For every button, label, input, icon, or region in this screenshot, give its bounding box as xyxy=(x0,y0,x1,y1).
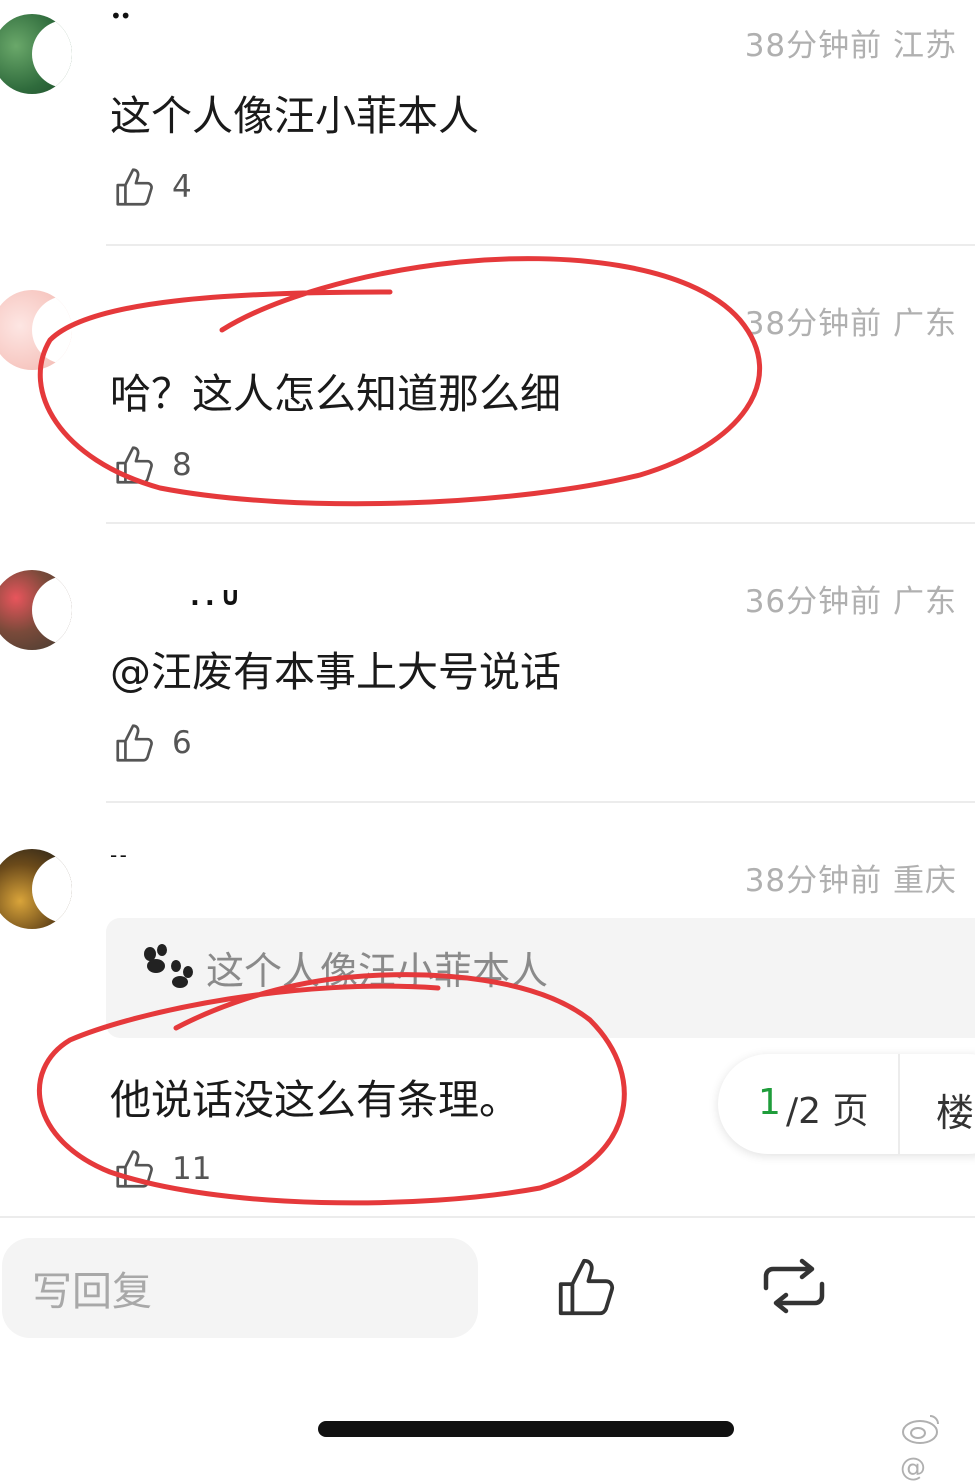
repost-icon[interactable] xyxy=(758,1258,830,1314)
like-count: 4 xyxy=(172,169,192,205)
thumbs-up-icon xyxy=(116,446,153,484)
comment-text: 哈？这人怎么知道那么细 xyxy=(110,370,561,418)
weibo-logo-icon xyxy=(902,1415,939,1444)
page-switcher[interactable]: 1 /2 页 楼 xyxy=(718,1054,975,1154)
avatar[interactable] xyxy=(0,290,72,370)
avatar[interactable] xyxy=(0,570,72,650)
home-indicator xyxy=(318,1421,734,1437)
like-button[interactable]: 6 xyxy=(112,720,192,766)
comment-text: 这个人像汪小菲本人 xyxy=(110,92,479,140)
username[interactable]: - - xyxy=(110,843,127,867)
floor-button[interactable]: 楼 xyxy=(936,1082,974,1137)
comment-meta: 38分钟前 重庆 xyxy=(745,855,957,900)
watermark-text: @ xyxy=(900,1453,926,1483)
watermark: @ xyxy=(900,1410,975,1483)
avatar[interactable] xyxy=(0,849,72,929)
pager-separator xyxy=(898,1054,900,1154)
comment-item: 38分钟前 广东 哈？这人怎么知道那么细 8 xyxy=(0,246,975,524)
comment-time: 38分钟前 xyxy=(744,306,883,342)
thumbs-up-icon xyxy=(116,168,153,206)
reply-input[interactable]: 写回复 xyxy=(2,1238,478,1338)
like-count: 11 xyxy=(172,1151,212,1187)
paw-icon xyxy=(144,944,193,988)
comment-time: 36分钟前 xyxy=(744,584,883,620)
username[interactable]: •• xyxy=(110,4,132,28)
quoted-text: 这个人像汪小菲本人 xyxy=(206,949,549,993)
comment-item: •• 38分钟前 江苏 这个人像汪小菲本人 4 xyxy=(0,0,975,246)
comment-time: 38分钟前 xyxy=(744,28,883,64)
comment-text: @汪废有本事上大号说话 xyxy=(110,648,561,696)
like-button[interactable]: 4 xyxy=(112,164,192,210)
like-count: 8 xyxy=(172,447,192,483)
comment-region: 广东 xyxy=(893,306,957,342)
comment-time: 38分钟前 xyxy=(744,863,883,899)
thumbs-up-icon xyxy=(116,1150,153,1188)
comment-region: 广东 xyxy=(893,584,957,620)
thumbs-up-icon[interactable] xyxy=(552,1252,622,1322)
avatar[interactable] xyxy=(0,14,72,94)
comment-meta: 36分钟前 广东 xyxy=(745,576,957,621)
like-count: 6 xyxy=(172,725,192,761)
comment-item: . . ∪ 36分钟前 广东 @汪废有本事上大号说话 6 xyxy=(0,524,975,802)
comment-region: 重庆 xyxy=(893,863,957,899)
comment-text: 他说话没这么有条理。 xyxy=(110,1076,520,1124)
divider xyxy=(0,1216,975,1218)
username[interactable]: . . ∪ xyxy=(190,582,241,612)
pager-total-pages: /2 页 xyxy=(786,1091,869,1132)
comment-meta: 38分钟前 江苏 xyxy=(745,20,957,65)
quoted-comment[interactable]: 这个人像汪小菲本人 xyxy=(106,918,975,1038)
comment-region: 江苏 xyxy=(893,28,957,64)
like-button[interactable]: 8 xyxy=(112,442,192,488)
comment-meta: 38分钟前 广东 xyxy=(745,298,957,343)
thumbs-up-icon xyxy=(116,724,153,762)
pager-current-page: 1 xyxy=(758,1082,781,1123)
like-button[interactable]: 11 xyxy=(112,1146,211,1192)
